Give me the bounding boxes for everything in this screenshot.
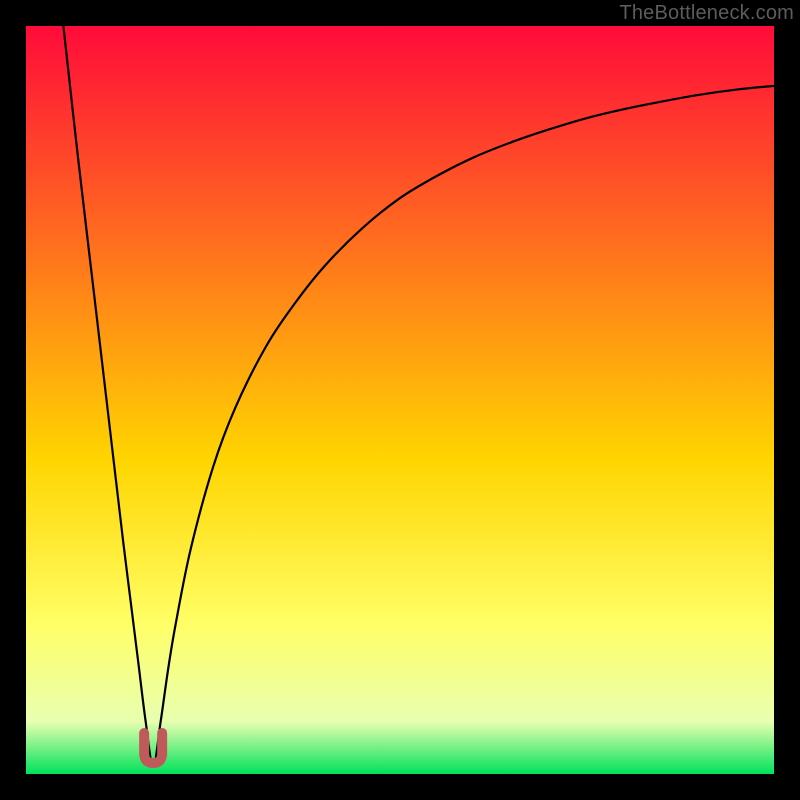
watermark-text: TheBottleneck.com xyxy=(619,2,794,25)
chart-svg xyxy=(26,26,774,774)
plot-area xyxy=(26,26,774,774)
chart-frame: TheBottleneck.com xyxy=(0,0,800,800)
